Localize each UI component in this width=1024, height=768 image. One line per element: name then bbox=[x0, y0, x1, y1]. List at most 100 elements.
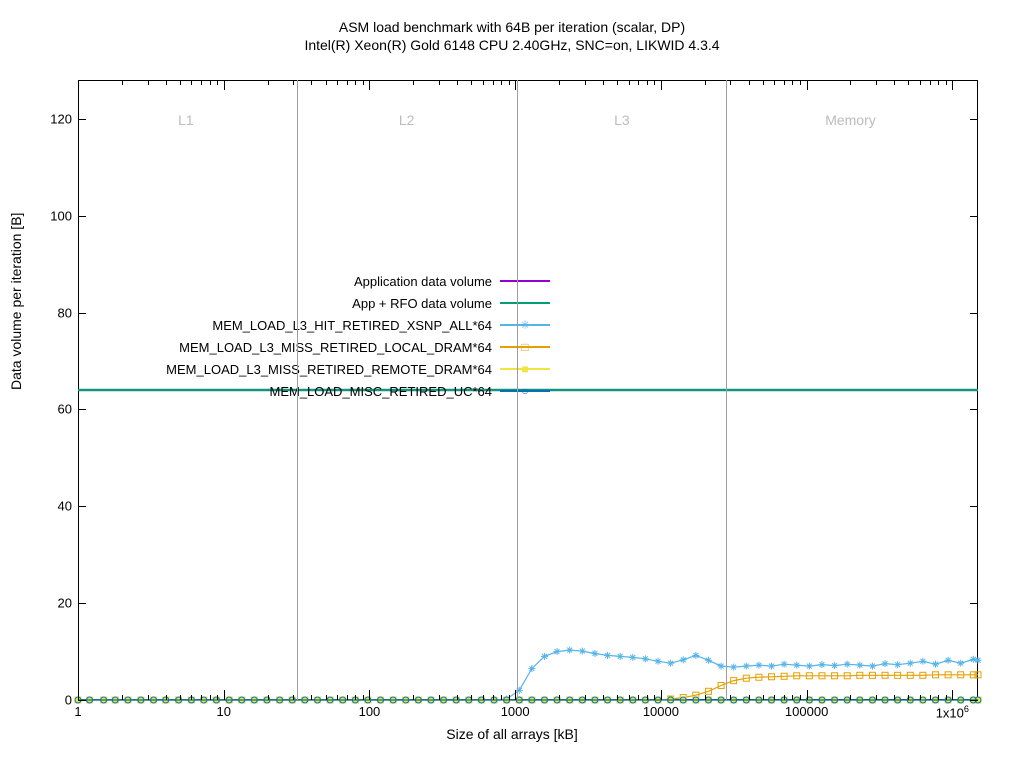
cache-region-label: L3 bbox=[614, 112, 630, 128]
chart-title-line2: Intel(R) Xeon(R) Gold 6148 CPU 2.40GHz, … bbox=[0, 36, 1024, 54]
y-tick-label: 80 bbox=[32, 305, 72, 320]
x-tick-label: 1000 bbox=[501, 704, 530, 719]
x-tick-minor bbox=[938, 80, 939, 85]
x-tick-minor bbox=[191, 80, 192, 85]
x-tick-minor bbox=[311, 80, 312, 85]
x-tick bbox=[952, 690, 953, 700]
x-tick-minor bbox=[629, 80, 630, 85]
legend-item-label: Application data volume bbox=[354, 274, 492, 289]
x-tick-label: 1x106 bbox=[936, 704, 969, 720]
x-tick-minor bbox=[930, 695, 931, 700]
legend-item: MEM_LOAD_L3_MISS_RETIRED_REMOTE_DRAM*64■ bbox=[110, 358, 550, 380]
y-tick-label: 100 bbox=[32, 208, 72, 223]
x-tick-minor bbox=[483, 80, 484, 85]
x-tick-minor bbox=[876, 695, 877, 700]
x-tick-minor bbox=[166, 695, 167, 700]
x-tick-minor bbox=[268, 80, 269, 85]
x-tick-minor bbox=[730, 695, 731, 700]
x-tick-minor bbox=[148, 695, 149, 700]
x-tick-minor bbox=[850, 80, 851, 85]
x-axis-label: Size of all arrays [kB] bbox=[0, 726, 1024, 742]
x-tick-minor bbox=[749, 80, 750, 85]
x-tick bbox=[661, 690, 662, 700]
x-tick-minor bbox=[705, 80, 706, 85]
x-tick-minor bbox=[337, 695, 338, 700]
legend-sample bbox=[500, 296, 550, 310]
x-tick-minor bbox=[617, 695, 618, 700]
x-tick-minor bbox=[894, 695, 895, 700]
legend-item: Application data volume bbox=[110, 270, 550, 292]
x-tick-minor bbox=[413, 695, 414, 700]
x-tick-minor bbox=[920, 695, 921, 700]
x-tick bbox=[224, 80, 225, 90]
y-tick bbox=[970, 506, 978, 507]
x-tick-minor bbox=[749, 695, 750, 700]
x-tick-minor bbox=[938, 695, 939, 700]
x-tick-minor bbox=[148, 80, 149, 85]
legend-item: App + RFO data volume bbox=[110, 292, 550, 314]
legend-item-label: MEM_LOAD_L3_HIT_RETIRED_XSNP_ALL*64 bbox=[212, 318, 492, 333]
legend-sample bbox=[500, 274, 550, 288]
x-tick-minor bbox=[493, 80, 494, 85]
y-tick bbox=[78, 506, 86, 507]
x-tick-minor bbox=[603, 80, 604, 85]
x-tick-minor bbox=[784, 695, 785, 700]
x-tick-minor bbox=[439, 695, 440, 700]
x-tick-minor bbox=[210, 80, 211, 85]
x-tick-minor bbox=[268, 695, 269, 700]
x-tick-minor bbox=[763, 80, 764, 85]
x-tick-minor bbox=[191, 695, 192, 700]
y-tick-label: 40 bbox=[32, 499, 72, 514]
legend-sample: ✳ bbox=[500, 318, 550, 332]
x-tick-minor bbox=[763, 695, 764, 700]
x-tick bbox=[224, 690, 225, 700]
x-tick-minor bbox=[509, 80, 510, 85]
y-tick-label: 20 bbox=[32, 596, 72, 611]
legend-sample: ■ bbox=[500, 362, 550, 376]
legend-item: MEM_LOAD_L3_HIT_RETIRED_XSNP_ALL*64 ✳ bbox=[110, 314, 550, 336]
y-tick bbox=[970, 313, 978, 314]
x-tick-minor bbox=[493, 695, 494, 700]
cache-region-label: Memory bbox=[825, 112, 876, 128]
x-tick-minor bbox=[559, 695, 560, 700]
legend-item-label: MEM_LOAD_MISC_RETIRED_UC*64 bbox=[269, 384, 492, 399]
x-tick-label: 100000 bbox=[785, 704, 828, 719]
x-tick-minor bbox=[210, 695, 211, 700]
legend-item: MEM_LOAD_MISC_RETIRED_UC*64 ○ bbox=[110, 380, 550, 402]
x-tick-minor bbox=[930, 80, 931, 85]
x-tick-label: 1 bbox=[74, 704, 81, 719]
y-tick bbox=[78, 119, 86, 120]
legend-sample: □ bbox=[500, 340, 550, 354]
x-tick-minor bbox=[122, 695, 123, 700]
x-tick-minor bbox=[180, 695, 181, 700]
y-tick bbox=[970, 119, 978, 120]
legend: Application data volume App + RFO data vo… bbox=[110, 270, 550, 402]
x-tick-minor bbox=[509, 695, 510, 700]
x-tick-minor bbox=[363, 695, 364, 700]
x-tick-minor bbox=[647, 695, 648, 700]
x-tick-minor bbox=[180, 80, 181, 85]
x-tick-minor bbox=[638, 695, 639, 700]
x-tick-minor bbox=[326, 695, 327, 700]
cache-boundary-line bbox=[297, 80, 298, 700]
cache-boundary-line bbox=[517, 80, 518, 700]
y-tick bbox=[970, 603, 978, 604]
x-tick-minor bbox=[166, 80, 167, 85]
x-tick-minor bbox=[471, 695, 472, 700]
x-tick-label: 10000 bbox=[643, 704, 679, 719]
x-tick-minor bbox=[800, 695, 801, 700]
y-tick bbox=[970, 409, 978, 410]
x-tick-minor bbox=[894, 80, 895, 85]
x-tick-minor bbox=[439, 80, 440, 85]
legend-item: MEM_LOAD_L3_MISS_RETIRED_LOCAL_DRAM*64□ bbox=[110, 336, 550, 358]
legend-sample: ○ bbox=[500, 384, 550, 398]
legend-item-label: App + RFO data volume bbox=[352, 296, 492, 311]
x-tick bbox=[78, 690, 79, 700]
x-tick-minor bbox=[457, 80, 458, 85]
x-tick-minor bbox=[483, 695, 484, 700]
y-tick-label: 0 bbox=[32, 693, 72, 708]
x-tick-minor bbox=[638, 80, 639, 85]
x-tick-minor bbox=[629, 695, 630, 700]
x-tick-minor bbox=[201, 80, 202, 85]
x-tick-minor bbox=[792, 80, 793, 85]
